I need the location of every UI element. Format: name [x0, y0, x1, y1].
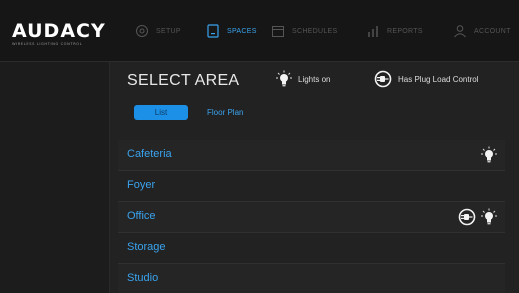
nav-item-schedules[interactable]: SCHEDULES: [271, 20, 338, 42]
tab-list[interactable]: List: [134, 105, 188, 120]
account-icon: [454, 25, 466, 38]
page-title: SELECT AREA: [127, 72, 240, 89]
area-row-office[interactable]: Office: [118, 202, 505, 233]
area-row-cafeteria[interactable]: Cafeteria: [118, 140, 505, 171]
nav-label-account: ACCOUNT: [474, 27, 511, 35]
plug-icon: [374, 70, 392, 88]
area-list: Cafeteria Foyer Office Storage Studio: [118, 140, 505, 293]
area-name: Foyer: [127, 179, 156, 191]
nav-label-setup: SETUP: [156, 27, 181, 35]
area-status-icons: [458, 208, 497, 226]
reports-icon: [368, 26, 378, 37]
area-status-icons: [481, 146, 497, 164]
nav-item-account[interactable]: ACCOUNT: [453, 20, 511, 42]
nav-label-spaces: SPACES: [227, 27, 257, 35]
audacy-logo: AUDACY WIRELESS LIGHTING CONTROL: [12, 20, 106, 46]
nav-label-schedules: SCHEDULES: [292, 27, 338, 35]
lightbulb-icon: [481, 146, 497, 163]
top-navigation-bar: AUDACY WIRELESS LIGHTING CONTROL SETUP S…: [0, 0, 519, 62]
logo-tagline: WIRELESS LIGHTING CONTROL: [12, 42, 83, 46]
nav-item-reports[interactable]: REPORTS: [366, 20, 423, 42]
area-row-studio[interactable]: Studio: [118, 264, 505, 293]
area-row-foyer[interactable]: Foyer: [118, 171, 505, 202]
nav-item-setup[interactable]: SETUP: [135, 20, 181, 42]
nav-item-spaces[interactable]: SPACES: [206, 20, 257, 42]
area-name: Cafeteria: [127, 148, 172, 160]
sidebar: [0, 62, 110, 293]
nav-label-reports: REPORTS: [387, 27, 423, 35]
legend-plug-load-label: Has Plug Load Control: [398, 74, 479, 84]
area-name: Office: [127, 210, 156, 222]
lightbulb-icon: [276, 70, 292, 87]
tab-floor-plan[interactable]: Floor Plan: [207, 105, 243, 120]
area-row-storage[interactable]: Storage: [118, 233, 505, 264]
plug-icon: [458, 208, 476, 226]
app-window: AUDACY WIRELESS LIGHTING CONTROL SETUP S…: [0, 0, 519, 293]
legend-plug-load: Has Plug Load Control: [374, 70, 479, 88]
main-content: SELECT AREA Lights on Has Plug Load Cont…: [110, 62, 519, 293]
legend-lights-on-label: Lights on: [298, 74, 331, 84]
legend-lights-on: Lights on: [276, 70, 330, 88]
schedules-icon: [272, 26, 284, 37]
logo-wordmark: AUDACY: [12, 20, 106, 42]
area-name: Studio: [127, 272, 159, 284]
setup-icon: [136, 25, 148, 37]
spaces-icon: [207, 24, 219, 38]
area-name: Storage: [127, 241, 166, 253]
lightbulb-icon: [481, 208, 497, 225]
